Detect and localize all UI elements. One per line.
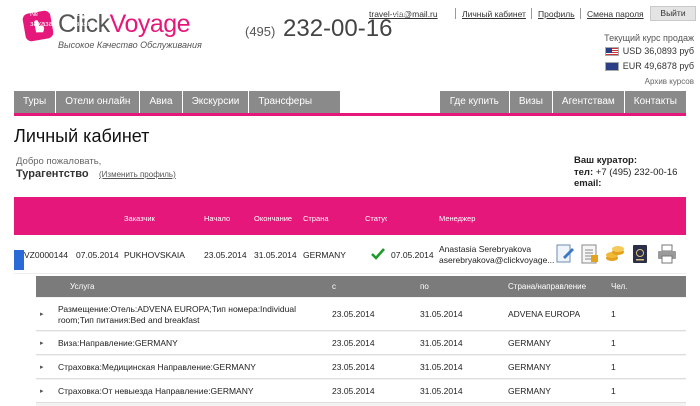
col-manager: Менеджер xyxy=(439,214,476,223)
svc-col-country: Страна/направление xyxy=(508,282,587,291)
service-qty: 1 xyxy=(611,309,616,319)
nav-right: Где купить Визы Агентствам Контакты xyxy=(439,91,686,113)
col-end: Окончание xyxy=(254,214,293,223)
service-country: GERMANY xyxy=(508,362,551,372)
service-qty: 1 xyxy=(611,386,616,396)
curator-title: Ваш куратор: xyxy=(574,155,637,166)
order-customer: PUKHOVSKAIA xyxy=(124,250,185,260)
curator-email: email: xyxy=(574,178,602,189)
phone-number: 232-00-16 xyxy=(283,15,393,42)
rates-archive-link[interactable]: Архив курсов xyxy=(645,77,694,86)
brand-tagline: Высокое Качество Обслуживания xyxy=(58,40,202,50)
nav-underline xyxy=(14,113,686,116)
expand-arrow-icon[interactable]: ▸ xyxy=(40,339,44,347)
orders-table-header xyxy=(14,197,686,235)
col-country: Страна xyxy=(303,214,329,223)
top-link-change-password[interactable]: Смена пароля xyxy=(587,9,644,19)
svc-col-from: с xyxy=(332,282,336,291)
manager-name: Anastasia Serebryakova xyxy=(439,244,532,254)
service-desc: Страховка:Медицинская Направление:GERMAN… xyxy=(58,362,256,372)
col-order-date: Дата заявки xyxy=(76,9,100,28)
divider xyxy=(531,8,532,19)
eu-flag-icon xyxy=(604,61,619,71)
top-link-profile[interactable]: Профиль xyxy=(538,9,575,19)
order-end: 31.05.2014 xyxy=(254,250,297,260)
status-ok-icon xyxy=(371,247,385,265)
curator-phone: тел: +7 (495) 232-00-16 xyxy=(574,167,678,178)
rate-eur-value: EUR 49,6878 руб xyxy=(622,61,694,71)
divider xyxy=(455,8,456,19)
manager-email: aserebryakova@clickvoyage... xyxy=(439,255,555,265)
nav-tours[interactable]: Туры xyxy=(14,91,57,113)
passport-icon[interactable] xyxy=(630,243,650,265)
order-start: 23.05.2014 xyxy=(204,250,247,260)
col-start: Начало xyxy=(204,214,231,223)
service-from: 23.05.2014 xyxy=(332,386,375,396)
service-from: 23.05.2014 xyxy=(332,309,375,319)
nav-left: Туры Отели онлайн Авиа Экскурсии Трансфе… xyxy=(14,91,341,113)
edit-document-icon[interactable] xyxy=(555,243,575,265)
nav-agencies[interactable]: Агентствам xyxy=(553,91,625,113)
edit-profile-link[interactable]: (Изменить профиль) xyxy=(99,170,176,179)
phone-code: (495) xyxy=(245,24,276,39)
rate-eur: EUR 49,6878 руб xyxy=(604,61,694,71)
service-qty: 1 xyxy=(611,362,616,372)
service-from: 23.05.2014 xyxy=(332,338,375,348)
services-header xyxy=(36,276,686,297)
service-desc: Виза:Направление:GERMANY xyxy=(58,338,178,348)
page-title: Личный кабинет xyxy=(14,126,150,146)
nav-contacts[interactable]: Контакты xyxy=(625,91,686,113)
row-selection-marker[interactable] xyxy=(14,250,24,270)
document-list-icon[interactable] xyxy=(580,243,600,265)
welcome-text: Добро пожаловать, xyxy=(16,156,102,167)
service-desc: Размещение:Отель:ADVENA EUROPA;Тип номер… xyxy=(58,304,296,314)
order-confirm-date: 07.05.2014 xyxy=(391,250,434,260)
divider xyxy=(580,8,581,19)
us-flag-icon xyxy=(604,46,619,56)
main-nav: Туры Отели онлайн Авиа Экскурсии Трансфе… xyxy=(14,91,686,113)
service-country: GERMANY xyxy=(508,386,551,396)
print-icon[interactable] xyxy=(656,243,676,265)
expand-arrow-icon[interactable]: ▸ xyxy=(40,387,44,395)
service-country: GERMANY xyxy=(508,338,551,348)
service-to: 31.05.2014 xyxy=(420,362,463,372)
service-desc-cont: room;Тип питания:Bed and breakfast xyxy=(58,315,200,325)
rate-usd-value: USD 36,0893 руб xyxy=(622,46,694,56)
service-from: 23.05.2014 xyxy=(332,362,375,372)
service-country: ADVENA EUROPA xyxy=(508,309,581,319)
nav-avia[interactable]: Авиа xyxy=(140,91,183,113)
order-country: GERMANY xyxy=(303,250,346,260)
order-num[interactable]: VZ0000144 xyxy=(24,250,68,260)
service-desc: Страховка:От невыезда Направление:GERMAN… xyxy=(58,386,254,396)
nav-hotels[interactable]: Отели онлайн xyxy=(56,91,141,113)
payment-coins-icon[interactable] xyxy=(605,243,625,265)
nav-visas[interactable]: Визы xyxy=(510,91,553,113)
service-to: 31.05.2014 xyxy=(420,309,463,319)
service-to: 31.05.2014 xyxy=(420,386,463,396)
svc-col-qty: Чел. xyxy=(611,282,628,291)
nav-transfers[interactable]: Трансферы xyxy=(249,91,340,113)
rates-label: Текущий курс продаж xyxy=(604,33,694,43)
service-qty: 1 xyxy=(611,338,616,348)
nav-where-buy[interactable]: Где купить xyxy=(440,91,510,113)
expand-arrow-icon[interactable]: ▸ xyxy=(40,363,44,371)
col-order-num: № заказа xyxy=(30,9,53,28)
service-to: 31.05.2014 xyxy=(420,338,463,348)
top-link-cabinet[interactable]: Личный кабинет xyxy=(462,9,526,19)
logout-button[interactable]: Выйти xyxy=(650,6,696,21)
expand-arrow-icon[interactable]: ▸ xyxy=(40,310,44,318)
nav-excursions[interactable]: Экскурсии xyxy=(183,91,250,113)
col-status: Статус xyxy=(365,214,387,223)
order-date: 07.05.2014 xyxy=(76,250,119,260)
rate-usd: USD 36,0893 руб xyxy=(604,46,694,56)
svc-col-to: по xyxy=(420,282,429,291)
col-customer: Заказчик xyxy=(124,214,155,223)
svc-col-service: Услуга xyxy=(70,282,95,291)
agency-name: Турагентство xyxy=(16,168,89,180)
col-confirm-date: Дата подтв. xyxy=(391,9,413,28)
